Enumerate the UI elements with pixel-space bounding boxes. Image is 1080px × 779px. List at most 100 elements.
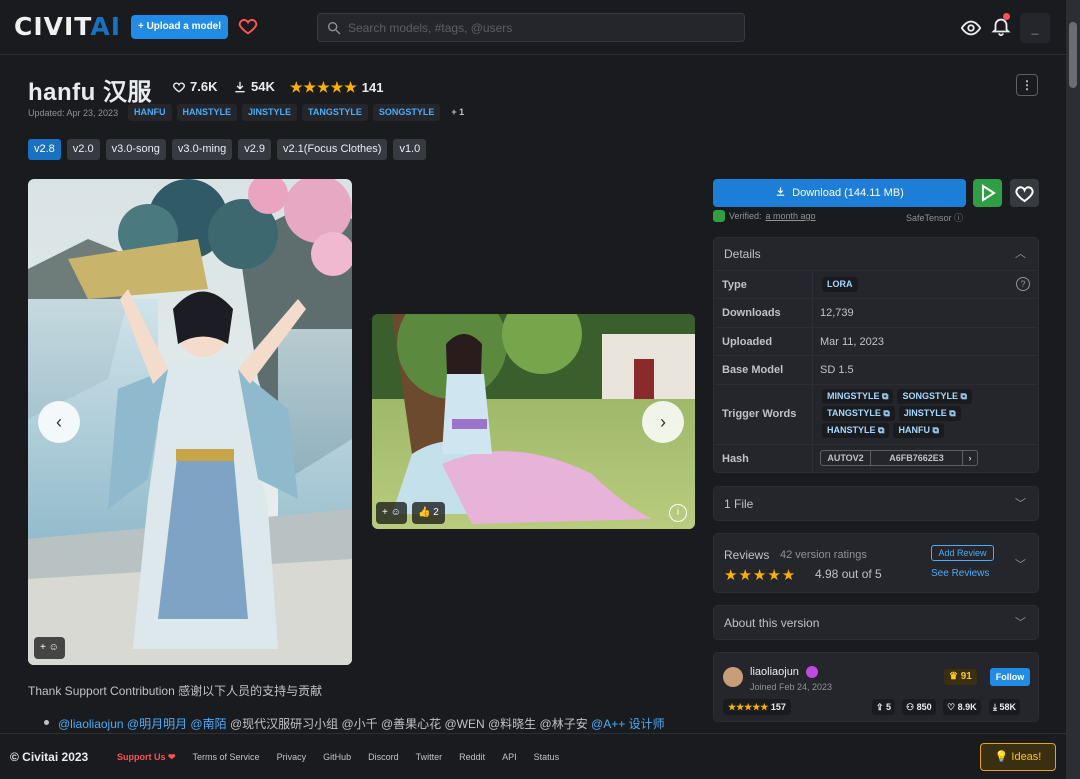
creator-rank-badge: ♛ 91: [944, 669, 977, 685]
add-reaction-button-2[interactable]: + ☺: [376, 502, 407, 524]
gallery-image-second[interactable]: › + ☺ 👍 2 i: [372, 314, 695, 529]
credit-link-designer[interactable]: @A++ 设计师: [591, 717, 665, 731]
download-button[interactable]: Download (144.11 MB): [713, 179, 966, 207]
trigger-word[interactable]: MINGSTYLE ⧉: [822, 389, 894, 404]
version-tab[interactable]: v2.0: [66, 139, 100, 160]
version-tab[interactable]: v1.0: [393, 139, 427, 160]
favorites-heart-icon[interactable]: [237, 15, 259, 37]
footer: © Civitai 2023 Support Us ❤ Terms of Ser…: [0, 733, 1066, 779]
safetensor-label: SafeTensor ⓘ: [906, 213, 964, 223]
ideas-button[interactable]: 💡 Ideas!: [980, 743, 1056, 771]
help-icon[interactable]: ?: [1016, 277, 1030, 291]
bullet-icon: [44, 720, 49, 725]
run-model-button[interactable]: [973, 179, 1002, 207]
trigger-word[interactable]: TANGSTYLE ⧉: [822, 406, 895, 421]
chevron-down-icon: ﹀: [1015, 617, 1026, 629]
creator-uploads: ⇪ 5: [872, 699, 896, 715]
see-reviews-link[interactable]: See Reviews: [931, 568, 989, 579]
version-tab[interactable]: v3.0-ming: [171, 139, 233, 160]
version-tabs: v2.8 v2.0 v3.0-song v3.0-ming v2.9 v2.1(…: [28, 139, 427, 160]
detail-row-base-model: Base Model SD 1.5: [714, 355, 1038, 384]
likes-stat: 7.6K: [172, 79, 217, 94]
version-tab[interactable]: v2.9: [238, 139, 271, 160]
copyright: © Civitai 2023: [10, 750, 89, 764]
footer-link[interactable]: Twitter: [416, 752, 443, 763]
civitai-logo[interactable]: CIVITAI: [14, 14, 121, 40]
gallery-prev-button[interactable]: ‹: [38, 401, 80, 443]
credit-links[interactable]: @liaoliaojun @明月明月 @南陌: [58, 717, 227, 731]
detail-row-hash: Hash AUTOV2 A6FB7662E3 ›: [714, 444, 1038, 472]
user-menu-button[interactable]: _: [1020, 13, 1050, 43]
verified-status: Verified: a month ago: [713, 210, 816, 222]
tag-item[interactable]: HANSTYLE: [176, 104, 238, 121]
notification-dot: [1003, 13, 1010, 20]
reviews-panel: Reviews 42 version ratings ★★★★★ 4.98 ou…: [713, 533, 1039, 593]
verified-date-link[interactable]: a month ago: [766, 211, 816, 221]
gallery-image-main[interactable]: ‹ + ☺: [28, 179, 352, 665]
follow-button[interactable]: Follow: [990, 668, 1030, 686]
trigger-word[interactable]: SONGSTYLE ⧉: [897, 389, 972, 404]
more-options-button[interactable]: ⋮: [1016, 74, 1038, 96]
description-thanks: Thank Support Contribution 感谢以下人员的支持与贡献: [28, 684, 323, 698]
search-bar[interactable]: [317, 13, 745, 42]
trigger-word[interactable]: HANFU ⧉: [893, 423, 944, 438]
version-tab[interactable]: v2.8: [28, 139, 61, 160]
creator-card: liaoliaojun Joined Feb 24, 2023 ♛ 91 Fol…: [713, 652, 1039, 722]
heart-icon: [1015, 186, 1034, 203]
top-header: CIVITAI + Upload a model _: [0, 0, 1066, 55]
footer-link[interactable]: Reddit: [459, 752, 485, 763]
detail-row-downloads: Downloads 12,739: [714, 298, 1038, 327]
chevron-up-icon: ︿: [1015, 248, 1026, 260]
chevron-down-icon[interactable]: ﹀: [1015, 556, 1026, 572]
version-tab[interactable]: v3.0-song: [105, 139, 166, 160]
creator-downloads: ⤓ 58K: [989, 699, 1020, 715]
tag-item[interactable]: HANFU: [128, 104, 172, 121]
gallery-next-button[interactable]: ›: [642, 401, 684, 443]
rating-stat: ★★★★★ 141: [290, 79, 384, 95]
tag-item[interactable]: JINSTYLE: [242, 104, 298, 121]
creator-avatar[interactable]: [723, 667, 743, 687]
tag-list: HANFU HANSTYLE JINSTYLE TANGSTYLE SONGST…: [128, 104, 470, 121]
heart-icon: [173, 81, 185, 92]
favorite-button[interactable]: [1010, 179, 1039, 207]
creator-joined: Joined Feb 24, 2023: [750, 682, 833, 692]
upload-model-button[interactable]: + Upload a model: [131, 15, 228, 39]
reaction-thumbs-up[interactable]: 👍 2: [412, 502, 445, 524]
search-icon: [328, 21, 341, 35]
downloads-stat: 54K: [233, 79, 275, 94]
model-title: hanfu 汉服: [28, 79, 152, 106]
version-tab[interactable]: v2.1(Focus Clothes): [277, 139, 388, 160]
files-panel[interactable]: 1 File ﹀: [713, 486, 1039, 521]
tag-item[interactable]: TANGSTYLE: [302, 104, 368, 121]
search-input[interactable]: [348, 18, 728, 38]
reviews-stars: ★★★★★: [724, 567, 797, 584]
footer-link[interactable]: API: [502, 752, 517, 763]
footer-link[interactable]: Discord: [368, 752, 399, 763]
creator-name[interactable]: liaoliaojun: [750, 666, 799, 678]
detail-row-trigger-words: Trigger Words MINGSTYLE ⧉ SONGSTYLE ⧉ TAN…: [714, 384, 1038, 444]
updated-date: Updated: Apr 23, 2023: [28, 108, 119, 118]
more-tags[interactable]: + 1: [445, 104, 470, 121]
reviews-title: Reviews: [724, 548, 770, 562]
verified-shield-icon: [713, 210, 725, 222]
reviews-score: 4.98 out of 5: [815, 567, 882, 581]
hash-box[interactable]: AUTOV2 A6FB7662E3 ›: [820, 450, 978, 466]
about-version-panel[interactable]: About this version ﹀: [713, 605, 1039, 640]
tag-item[interactable]: SONGSTYLE: [372, 104, 441, 121]
credits-list-item: @liaoliaojun @明月明月 @南陌 @现代汉服研习小组 @小千 @善果…: [44, 715, 665, 732]
notifications-button[interactable]: [990, 13, 1012, 37]
footer-link[interactable]: GitHub: [323, 752, 351, 763]
footer-link[interactable]: Privacy: [277, 752, 307, 763]
image-info-icon[interactable]: i: [669, 504, 687, 522]
page-scrollbar[interactable]: [1066, 0, 1080, 779]
footer-link[interactable]: Status: [534, 752, 560, 763]
details-header[interactable]: Details ︿: [714, 238, 1038, 270]
eye-icon[interactable]: [960, 17, 982, 39]
add-reaction-button[interactable]: + ☺: [34, 637, 65, 659]
footer-link[interactable]: Terms of Service: [193, 752, 260, 763]
trigger-word[interactable]: JINSTYLE ⧉: [898, 406, 961, 421]
add-review-button[interactable]: Add Review: [931, 545, 994, 561]
trigger-word[interactable]: HANSTYLE ⧉: [822, 423, 890, 438]
scrollbar-thumb[interactable]: [1069, 22, 1077, 88]
support-us-link[interactable]: Support Us ❤: [117, 752, 176, 763]
